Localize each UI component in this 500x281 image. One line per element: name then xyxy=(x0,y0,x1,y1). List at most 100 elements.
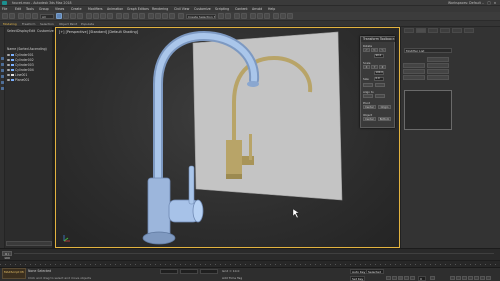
select-manipulate-icon[interactable] xyxy=(132,13,138,19)
ribbon-tab-freeform[interactable]: Freeform xyxy=(22,22,35,26)
list-item[interactable]: Cylinder001 xyxy=(7,53,51,57)
menu-arnold[interactable]: Arnold xyxy=(252,7,262,11)
select-object-icon[interactable] xyxy=(56,13,62,19)
orbit-icon[interactable] xyxy=(480,276,485,280)
reference-coordinate-icon[interactable] xyxy=(116,13,122,19)
close-icon[interactable]: × xyxy=(492,1,498,5)
scale-x-button[interactable]: X xyxy=(363,65,370,69)
menu-modifiers[interactable]: Modifiers xyxy=(88,7,103,11)
material-editor-icon[interactable] xyxy=(264,13,270,19)
rotate-z-button[interactable]: ↻ xyxy=(371,48,378,52)
track-bar[interactable] xyxy=(0,260,500,267)
layer-explorer-icon[interactable] xyxy=(234,13,240,19)
ribbon-toggle-icon[interactable] xyxy=(241,13,247,19)
menu-animation[interactable]: Animation xyxy=(107,7,123,11)
align-icon[interactable] xyxy=(225,13,231,19)
perspective-viewport[interactable]: [+] [Perspective] [Standard] [Default Sh… xyxy=(55,27,400,248)
size-set-button[interactable] xyxy=(375,83,385,87)
modifier-list-dropdown[interactable]: Modifier List xyxy=(404,48,452,53)
size-get-button[interactable] xyxy=(363,83,373,87)
menu-tools[interactable]: Tools xyxy=(26,7,34,11)
maximize-viewport-icon[interactable] xyxy=(486,276,491,280)
time-configuration-icon[interactable] xyxy=(430,276,435,280)
bind-space-warp-icon[interactable] xyxy=(32,13,38,19)
menu-content[interactable]: Content xyxy=(235,7,248,11)
play-icon[interactable] xyxy=(398,276,403,280)
previous-frame-icon[interactable] xyxy=(392,276,397,280)
place-icon[interactable] xyxy=(107,13,113,19)
selection-filter-dropdown[interactable]: All xyxy=(40,14,54,19)
z-coordinate-field[interactable] xyxy=(200,269,218,274)
modifier-preset-button-3[interactable] xyxy=(427,69,449,74)
menu-graph-editors[interactable]: Graph Editors xyxy=(127,7,149,11)
viewport-canvas[interactable] xyxy=(56,28,400,248)
zoom-all-icon[interactable] xyxy=(456,276,461,280)
x-coordinate-field[interactable] xyxy=(160,269,178,274)
move-icon[interactable] xyxy=(86,13,92,19)
scene-tab-customize[interactable]: Customize xyxy=(37,29,54,33)
render-icon[interactable] xyxy=(287,13,293,19)
pivot-center-button[interactable]: Center xyxy=(363,105,376,109)
go-to-end-icon[interactable] xyxy=(410,276,415,280)
pivot-origin-button[interactable]: Origin xyxy=(378,105,391,109)
visibility-icon[interactable] xyxy=(7,63,10,67)
ribbon-tab-populate[interactable]: Populate xyxy=(81,22,94,26)
add-time-tag-button[interactable]: Add Time Tag xyxy=(222,276,242,280)
ribbon-tab-modeling[interactable]: Modeling xyxy=(3,22,17,26)
modifier-preset-button-2[interactable] xyxy=(427,63,449,68)
curve-editor-icon[interactable] xyxy=(250,13,256,19)
menu-civil-view[interactable]: Civil View xyxy=(174,7,189,11)
scene-column-header[interactable]: Name (Sorted Ascending) xyxy=(7,47,51,51)
key-filter-dropdown[interactable]: Selected xyxy=(366,269,384,274)
close-icon[interactable]: × xyxy=(392,37,395,41)
hierarchy-tab-icon[interactable] xyxy=(428,28,438,33)
menu-views[interactable]: Views xyxy=(55,7,64,11)
modifier-preset-button-4[interactable] xyxy=(427,75,449,80)
named-selection-dropdown[interactable]: Create Selection Set xyxy=(186,14,216,19)
current-frame-field[interactable]: 0 xyxy=(418,276,426,281)
edit-named-selection-icon[interactable] xyxy=(178,13,184,19)
schematic-view-icon[interactable] xyxy=(257,13,263,19)
filter-spacewarps-icon[interactable] xyxy=(1,87,4,90)
rotate-icon[interactable] xyxy=(93,13,99,19)
display-tab-icon[interactable] xyxy=(452,28,462,33)
scale-percent-field[interactable]: 100.0 xyxy=(374,71,384,75)
modifier-preset-button-5[interactable] xyxy=(403,63,425,68)
modifier-preset-button-7[interactable] xyxy=(403,75,425,80)
workspace-selector[interactable]: Workspaces: Default xyxy=(448,1,481,5)
visibility-icon[interactable] xyxy=(7,68,10,72)
scene-tab-display[interactable]: Display xyxy=(17,29,29,33)
scene-tab-edit[interactable]: Edit xyxy=(29,29,35,33)
pivot-center-icon[interactable] xyxy=(123,13,129,19)
visibility-icon[interactable] xyxy=(7,53,10,57)
modifier-stack-list[interactable] xyxy=(404,90,452,130)
utilities-tab-icon[interactable] xyxy=(464,28,474,33)
scale-icon[interactable] xyxy=(100,13,106,19)
motion-tab-icon[interactable] xyxy=(440,28,450,33)
filter-lights-icon[interactable] xyxy=(1,69,4,72)
list-item[interactable]: Plane001 xyxy=(7,78,51,82)
undo-icon[interactable] xyxy=(2,13,8,19)
filter-geometry-icon[interactable] xyxy=(1,57,4,60)
filter-shapes-icon[interactable] xyxy=(1,63,4,66)
keyboard-shortcut-override-icon[interactable] xyxy=(139,13,145,19)
auto-key-button[interactable]: Auto Key xyxy=(350,269,368,274)
menu-create[interactable]: Create xyxy=(71,7,82,11)
time-slider[interactable]: 0 / 100 xyxy=(2,251,12,260)
size-field[interactable]: 0.0 xyxy=(374,77,384,81)
scale-z-button[interactable]: Z xyxy=(379,65,386,69)
object-bottom-button[interactable]: Bottom xyxy=(378,117,391,121)
list-item[interactable]: Cylinder003 xyxy=(7,63,51,67)
go-to-start-icon[interactable] xyxy=(386,276,391,280)
mirror-icon[interactable] xyxy=(218,13,224,19)
zoom-icon[interactable] xyxy=(450,276,455,280)
visibility-icon[interactable] xyxy=(7,58,10,62)
percent-snap-icon[interactable] xyxy=(162,13,168,19)
list-item[interactable]: Cylinder004 xyxy=(7,68,51,72)
next-frame-icon[interactable] xyxy=(404,276,409,280)
list-item[interactable]: Cylinder002 xyxy=(7,58,51,62)
modifier-preset-button-1[interactable] xyxy=(427,57,449,62)
menu-group[interactable]: Group xyxy=(39,7,49,11)
modifier-preset-button-6[interactable] xyxy=(403,69,425,74)
rotate-left-button[interactable]: ↶ xyxy=(363,48,370,52)
